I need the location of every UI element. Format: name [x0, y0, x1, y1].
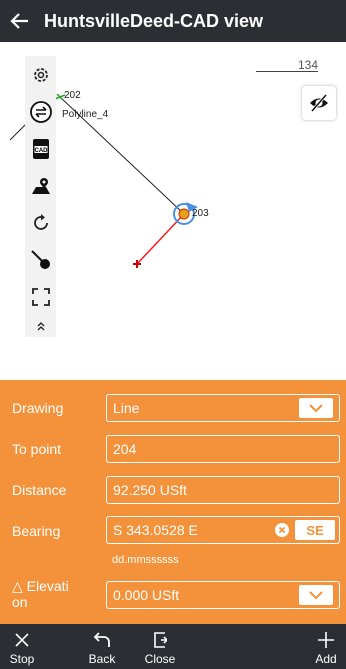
stop-label: Stop — [9, 652, 35, 666]
to-point-value: 204 — [113, 441, 137, 457]
cad-icon[interactable]: CAD — [25, 130, 56, 167]
bottom-action-bar: Stop Back Close Add — [0, 624, 346, 669]
bearing-value: S 343.0528 E — [113, 522, 198, 538]
bearing-label: Bearing — [12, 523, 61, 539]
drawing-select[interactable]: Line — [106, 394, 340, 422]
gear-icon[interactable] — [25, 56, 56, 93]
chevron-down-icon[interactable] — [299, 585, 333, 605]
map-canvas[interactable]: 202 Polyline_4 203 134 CAD — [0, 42, 346, 380]
stop-button[interactable]: Stop — [4, 624, 40, 669]
close-x-icon — [15, 629, 29, 651]
plus-icon — [318, 629, 334, 651]
to-point-input[interactable]: 204 — [106, 435, 340, 463]
distance-value: 92.250 USft — [113, 482, 187, 498]
elevation-value: 0.000 USft — [113, 587, 180, 603]
swap-icon[interactable] — [25, 93, 56, 130]
fullscreen-icon[interactable] — [25, 278, 56, 315]
undo-icon — [93, 629, 111, 651]
to-point-label: To point — [12, 441, 62, 457]
point-tool-icon[interactable] — [25, 241, 56, 278]
drawing-label: Drawing — [12, 400, 64, 416]
quadrant-button[interactable]: SE — [295, 520, 335, 540]
scale-line — [256, 71, 318, 72]
title-bar: HuntsvilleDeed-CAD view — [0, 0, 346, 42]
elevation-label-line2: on — [12, 594, 28, 610]
rotate-icon[interactable] — [25, 204, 56, 241]
page-title: HuntsvilleDeed-CAD view — [44, 10, 264, 31]
back-arrow-icon[interactable] — [0, 0, 40, 42]
polyline-label: Polyline_4 — [62, 109, 109, 120]
elevation-label: △ Elevati on — [12, 578, 69, 610]
clear-icon[interactable] — [275, 523, 289, 537]
scale-label: 134 — [297, 58, 318, 72]
distance-input[interactable]: 92.250 USft — [106, 476, 340, 504]
add-label: Add — [315, 652, 337, 666]
add-button[interactable]: Add — [310, 624, 342, 669]
back-button[interactable]: Back — [84, 624, 120, 669]
back-label: Back — [88, 652, 116, 666]
elevation-label-line1: △ Elevati — [12, 578, 69, 594]
exit-icon — [153, 629, 167, 651]
elevation-input[interactable]: 0.000 USft — [106, 581, 340, 609]
svg-text:CAD: CAD — [34, 148, 48, 154]
eye-off-icon — [310, 94, 328, 112]
scale-bar: 134 — [256, 58, 318, 74]
chevron-down-icon[interactable] — [299, 398, 333, 418]
map-toolbar: CAD — [25, 56, 56, 337]
close-label: Close — [144, 652, 176, 666]
bearing-format-hint: dd.mmssssss — [112, 554, 179, 566]
map-pin-icon[interactable] — [25, 167, 56, 204]
bearing-input[interactable]: S 343.0528 E SE — [106, 516, 340, 544]
point-label-203: 203 — [192, 208, 209, 219]
drawing-value: Line — [113, 400, 140, 416]
close-button[interactable]: Close — [138, 624, 182, 669]
visibility-toggle-button[interactable] — [302, 86, 336, 120]
point-label-202: 202 — [64, 90, 81, 101]
collapse-icon[interactable] — [25, 315, 56, 337]
distance-label: Distance — [12, 482, 67, 498]
